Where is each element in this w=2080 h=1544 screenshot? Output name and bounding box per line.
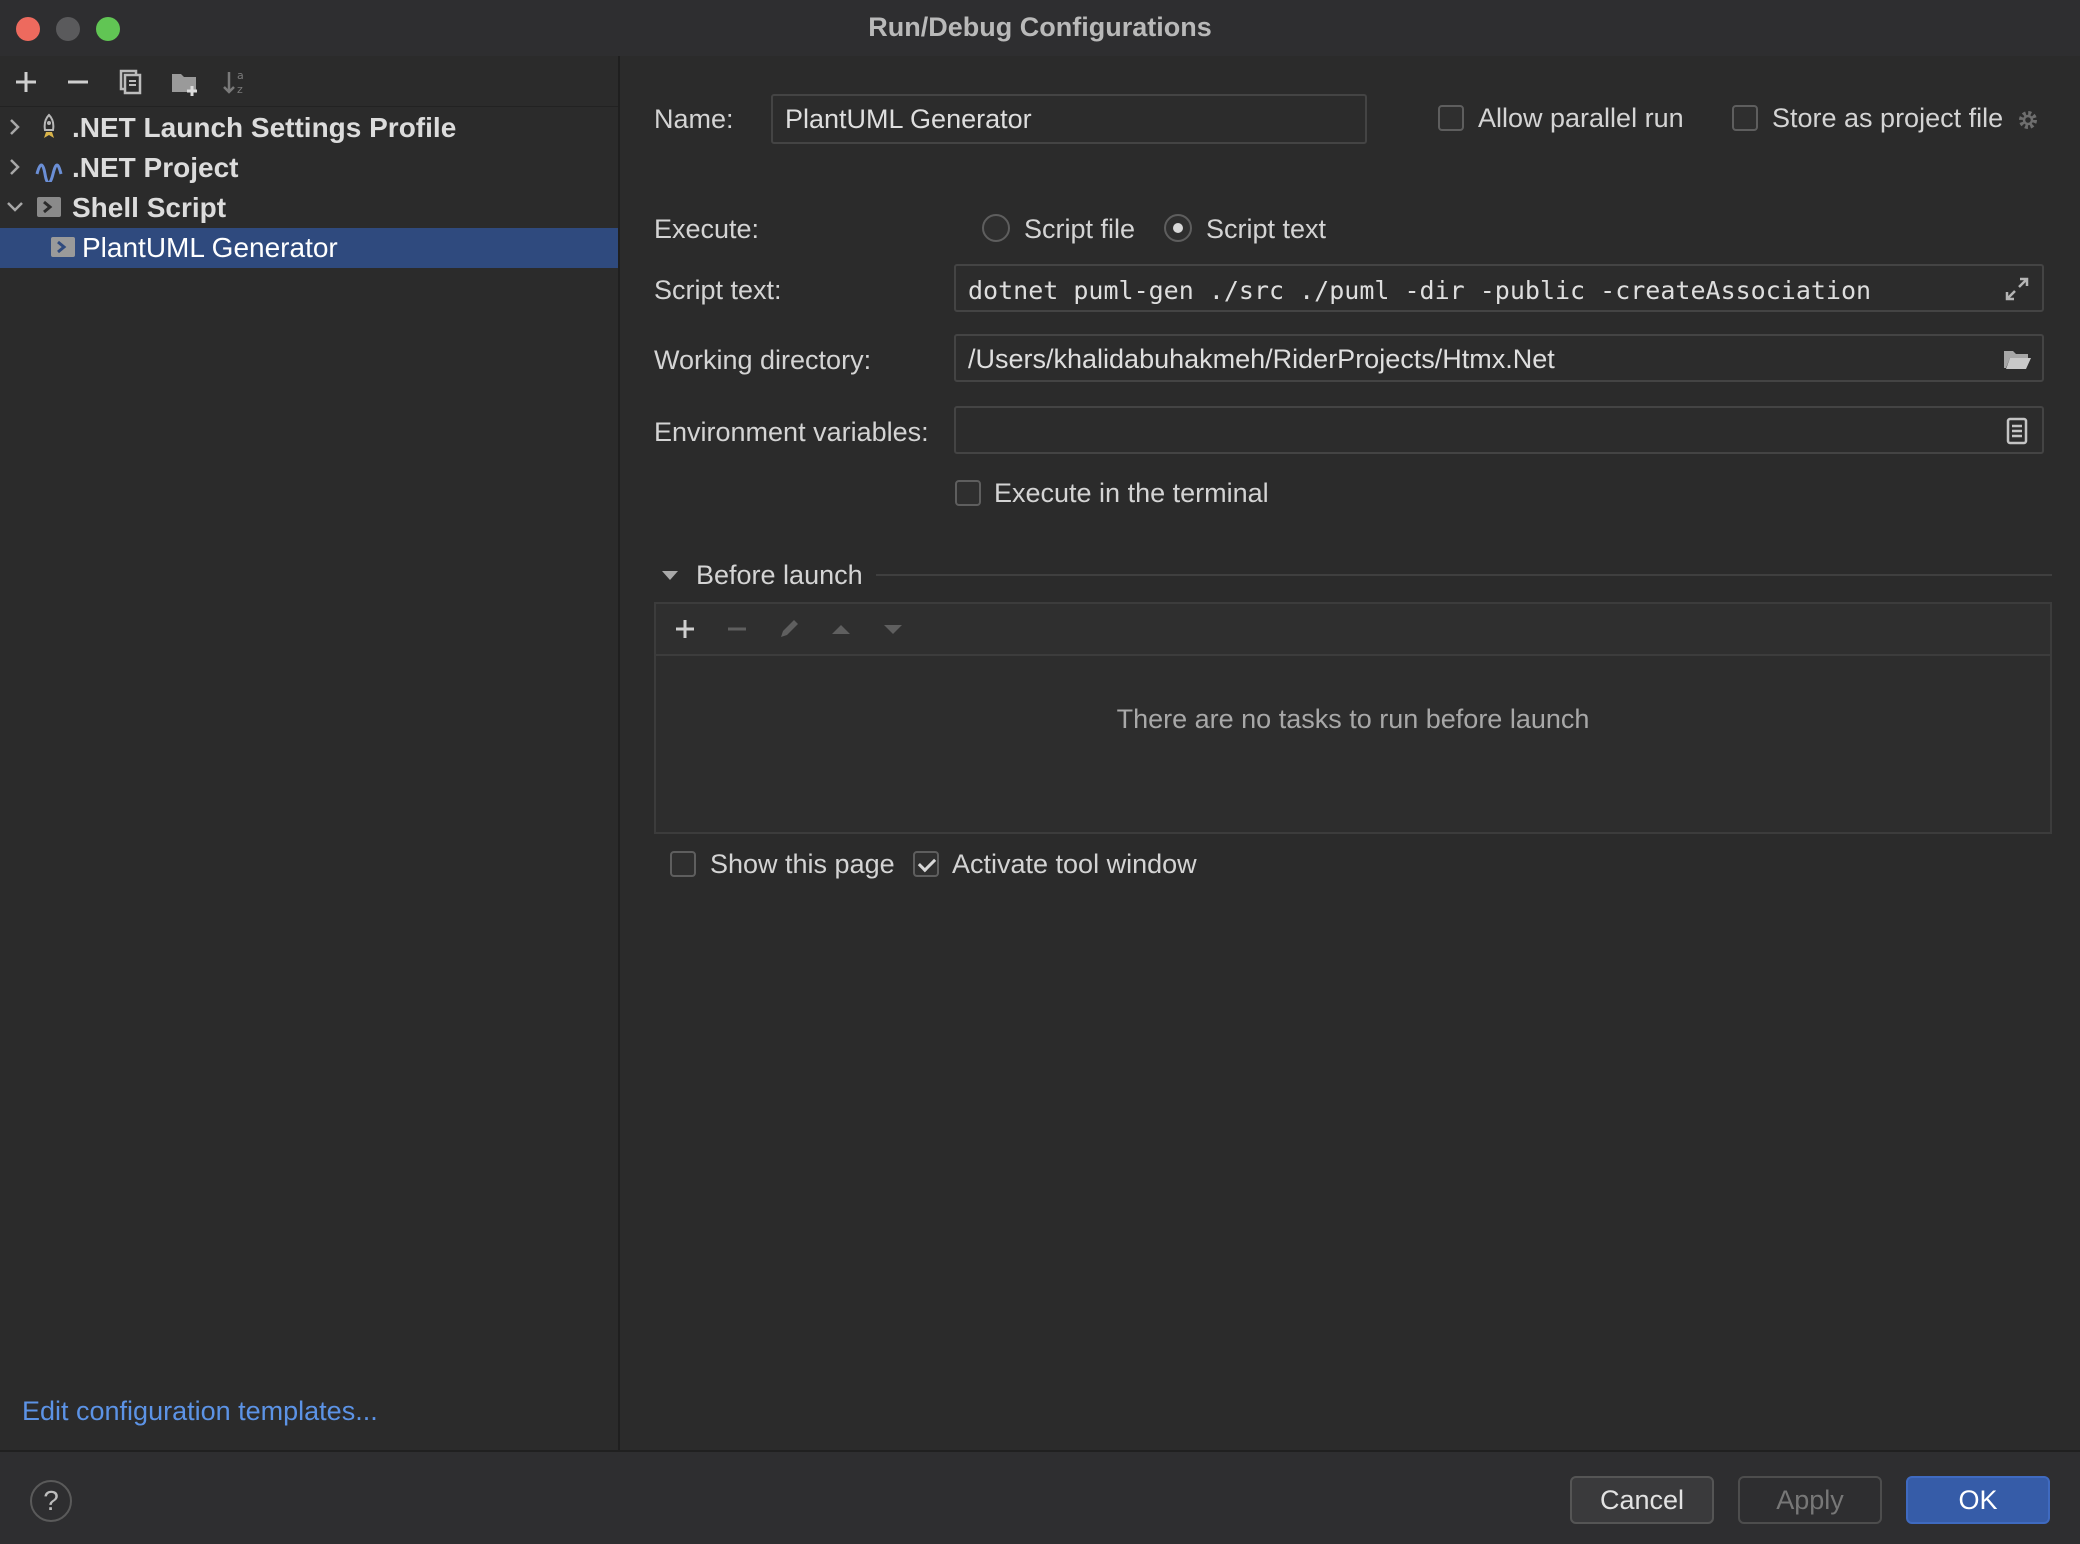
rocket-icon	[43, 113, 55, 138]
tree-item-label: Shell Script	[72, 192, 227, 223]
activate-tool-checkbox[interactable]	[913, 851, 939, 877]
allow-parallel-label: Allow parallel run	[1478, 103, 1684, 133]
script-file-radio[interactable]	[982, 214, 1010, 242]
chevron-right-icon[interactable]	[2, 154, 28, 180]
run-debug-dialog: Run/Debug Configurations a z .NET Launch…	[0, 0, 2080, 1544]
execute-terminal-label: Execute in the terminal	[994, 478, 1269, 508]
title-bar: Run/Debug Configurations	[0, 0, 2080, 56]
tree-item-label: PlantUML Generator	[82, 232, 338, 263]
tree-item-net-project[interactable]: .NET Project	[0, 148, 618, 188]
script-text-option-label: Script text	[1206, 214, 1327, 244]
empty-tasks-message: There are no tasks to run before launch	[1116, 704, 1590, 734]
activate-tool-label: Activate tool window	[952, 849, 1197, 879]
gear-icon[interactable]	[2014, 106, 2042, 134]
env-field[interactable]	[954, 406, 2044, 454]
shell-script-icon	[51, 237, 75, 257]
apply-button[interactable]: Apply	[1738, 1476, 1882, 1524]
chevron-down-icon[interactable]	[2, 194, 28, 220]
script-text-label: Script text:	[654, 275, 782, 305]
shell-script-icon	[37, 197, 61, 217]
allow-parallel-checkbox[interactable]	[1438, 105, 1464, 131]
working-dir-label: Working directory:	[654, 345, 872, 375]
add-icon[interactable]	[8, 64, 44, 100]
help-button[interactable]: ?	[30, 1480, 72, 1522]
ok-button[interactable]: OK	[1906, 1476, 2050, 1524]
store-project-label: Store as project file	[1772, 103, 2004, 133]
working-dir-field[interactable]: /Users/khalidabuhakmeh/RiderProjects/Htm…	[954, 334, 2044, 382]
execute-label: Execute:	[654, 214, 760, 244]
name-field[interactable]: PlantUML Generator	[771, 94, 1367, 144]
script-text-field[interactable]: dotnet puml-gen ./src ./puml -dir -publi…	[954, 264, 2044, 312]
before-launch-list: There are no tasks to run before launch	[654, 602, 2052, 834]
move-down-icon[interactable]	[878, 614, 908, 644]
triangle-down-icon[interactable]	[658, 564, 682, 588]
svg-text:a: a	[237, 69, 244, 82]
tree-item-plantuml-generator[interactable]: PlantUML Generator	[0, 228, 618, 268]
copy-icon[interactable]	[112, 64, 148, 100]
new-folder-icon[interactable]	[166, 64, 202, 100]
document-icon[interactable]	[2002, 416, 2032, 446]
expand-icon[interactable]	[2002, 274, 2032, 304]
window-title: Run/Debug Configurations	[868, 12, 1212, 42]
configurations-panel: a z .NET Launch Settings Profile .NET Pr…	[0, 56, 620, 1450]
script-text-radio[interactable]	[1164, 214, 1192, 242]
before-launch-title: Before launch	[696, 560, 863, 590]
svg-text:z: z	[237, 83, 243, 96]
dialog-footer: ? Cancel Apply OK	[0, 1450, 2080, 1544]
show-page-label: Show this page	[710, 849, 895, 879]
tree-item-label: .NET Project	[72, 152, 239, 183]
cancel-button[interactable]: Cancel	[1570, 1476, 1714, 1524]
remove-task-icon[interactable]	[722, 614, 752, 644]
edit-task-icon[interactable]	[774, 614, 804, 644]
execute-terminal-checkbox[interactable]	[955, 480, 981, 506]
dotnet-project-icon	[35, 163, 63, 182]
chevron-right-icon[interactable]	[2, 114, 28, 140]
script-file-label: Script file	[1024, 214, 1136, 244]
tree-item-net-launch-settings[interactable]: .NET Launch Settings Profile	[0, 108, 618, 148]
folder-icon[interactable]	[2002, 344, 2032, 374]
before-launch-toolbar	[656, 604, 2050, 656]
name-label: Name:	[654, 104, 734, 134]
edit-templates-link[interactable]: Edit configuration templates...	[22, 1396, 378, 1427]
name-value: PlantUML Generator	[785, 104, 1032, 134]
move-up-icon[interactable]	[826, 614, 856, 644]
configurations-toolbar: a z	[0, 56, 618, 107]
remove-icon[interactable]	[60, 64, 96, 100]
working-dir-value: /Users/khalidabuhakmeh/RiderProjects/Htm…	[968, 344, 1555, 374]
tree-item-shell-script[interactable]: Shell Script	[0, 188, 618, 228]
add-task-icon[interactable]	[670, 614, 700, 644]
sort-icon[interactable]: a z	[218, 64, 254, 100]
tree-item-label: .NET Launch Settings Profile	[72, 112, 457, 143]
env-label: Environment variables:	[654, 417, 929, 447]
store-project-checkbox[interactable]	[1732, 105, 1758, 131]
script-text-value: dotnet puml-gen ./src ./puml -dir -publi…	[968, 276, 1872, 305]
divider	[876, 574, 2052, 576]
show-page-checkbox[interactable]	[670, 851, 696, 877]
